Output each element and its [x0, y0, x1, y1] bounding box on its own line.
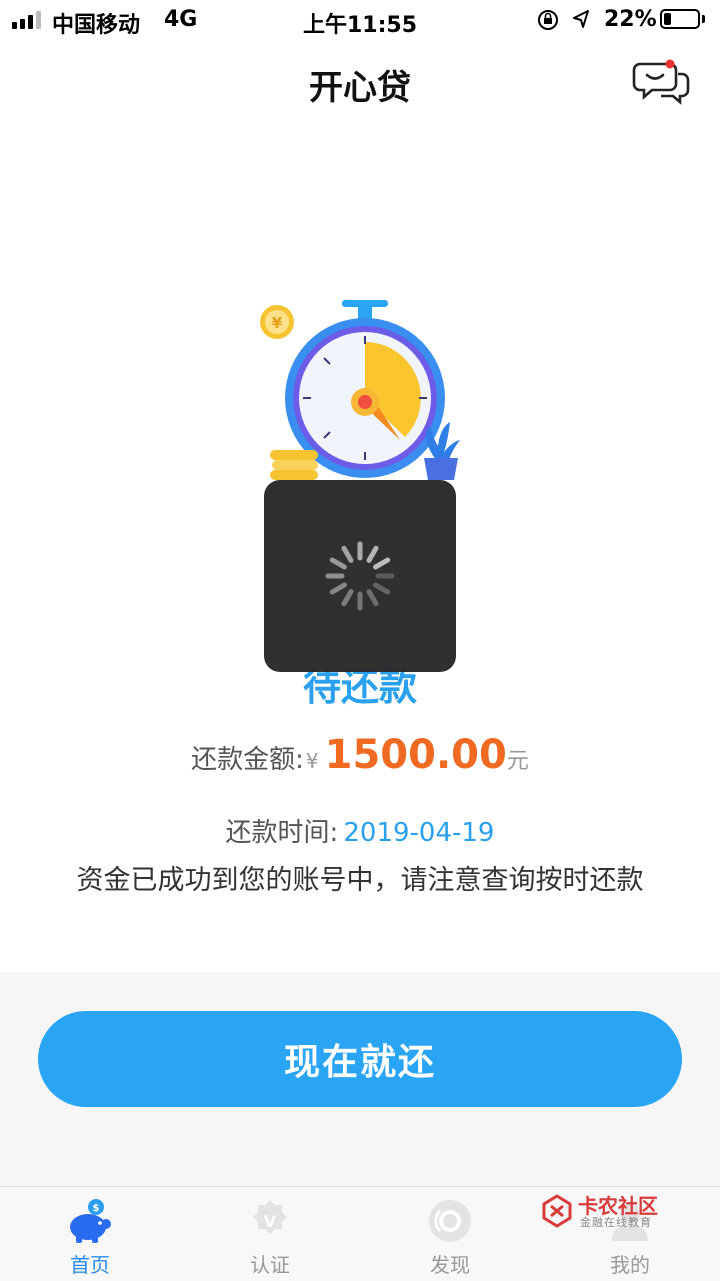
svg-text:V: V	[264, 1212, 277, 1231]
svg-text:¥: ¥	[272, 314, 283, 332]
tab-label: 认证	[250, 1253, 290, 1277]
amount-unit: 元	[506, 749, 529, 774]
notice-text: 资金已成功到您的账号中，请注意查询按时还款	[76, 865, 644, 896]
notification-dot	[665, 59, 675, 69]
date-label: 还款时间:	[225, 818, 339, 848]
page-title: 开心贷	[309, 68, 411, 108]
tab-label: 我的	[610, 1253, 650, 1277]
tab-home[interactable]: $ 首页	[0, 1187, 180, 1281]
battery-percent: 22%	[604, 7, 657, 32]
tab-label: 发现	[430, 1253, 470, 1277]
svg-text:$: $	[93, 1203, 100, 1214]
loading-spinner-icon	[325, 541, 395, 611]
watermark-logo: 卡农社区 金融在线教育	[540, 1190, 670, 1230]
stopwatch-illustration: ¥	[260, 300, 460, 480]
battery-icon	[660, 9, 700, 29]
date-row: 还款时间: 2019-04-19	[0, 812, 720, 849]
lock-location-icons	[538, 10, 589, 30]
watermark-icon	[542, 1194, 572, 1228]
verified-badge-icon: V	[253, 1200, 287, 1234]
spinner-spoke	[329, 582, 347, 595]
amount-label: 还款金额:	[191, 745, 304, 775]
piggy-bank-icon: $	[70, 1199, 111, 1243]
spinner-spoke	[366, 589, 379, 607]
spinner-spoke	[341, 589, 354, 607]
amount-row: 还款金额: ¥1500.00元	[0, 732, 720, 778]
currency-symbol: ¥	[305, 749, 319, 773]
spinner-spoke	[341, 545, 354, 563]
battery-tip	[702, 15, 705, 23]
loading-overlay	[264, 480, 456, 672]
repay-now-button[interactable]: 现在就还	[38, 1011, 682, 1107]
spinner-spoke	[373, 582, 391, 595]
discover-icon	[429, 1200, 471, 1242]
spinner-spoke	[366, 545, 379, 563]
repay-amount: 1500.00	[324, 732, 507, 778]
tab-discover[interactable]: 发现	[360, 1187, 540, 1281]
watermark-subtitle: 金融在线教育	[580, 1216, 652, 1229]
nav-bar: 开心贷	[0, 40, 720, 120]
repay-date: 2019-04-19	[343, 818, 495, 848]
chat-bubble-icon[interactable]	[632, 58, 692, 106]
tab-label: 首页	[70, 1253, 110, 1277]
spinner-spoke	[373, 557, 391, 570]
spinner-spoke	[329, 557, 347, 570]
status-bar: 中国移动 4G 上午11:55 22%	[0, 0, 720, 40]
tab-verify[interactable]: V 认证	[180, 1187, 360, 1281]
